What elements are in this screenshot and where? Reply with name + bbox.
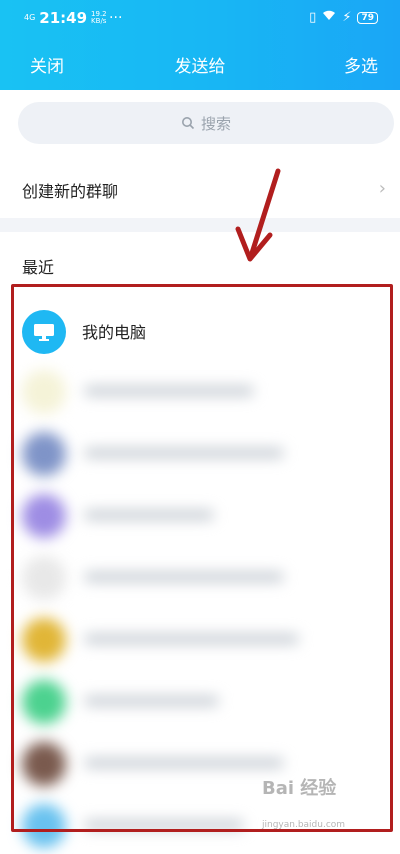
list-item[interactable] bbox=[0, 670, 400, 730]
search-icon bbox=[181, 117, 195, 130]
avatar bbox=[22, 556, 66, 600]
list-item[interactable] bbox=[0, 608, 400, 668]
create-group-label: 创建新的群聊 bbox=[22, 182, 119, 201]
avatar bbox=[22, 432, 66, 476]
monitor-icon bbox=[34, 324, 54, 341]
app-header: 4G 21:49 19.2 KB/s ··· ▯ ⚡ 79 关闭 发送给 多选 bbox=[0, 0, 400, 90]
list-item[interactable] bbox=[0, 546, 400, 606]
watermark-url: jingyan.baidu.com bbox=[262, 820, 346, 830]
multi-select-button[interactable]: 多选 bbox=[344, 52, 378, 77]
blurred-name bbox=[84, 820, 244, 830]
search-placeholder: 搜索 bbox=[200, 114, 231, 133]
avatar bbox=[22, 370, 66, 414]
avatar bbox=[22, 494, 66, 538]
blurred-name bbox=[84, 572, 284, 582]
wifi-icon bbox=[322, 10, 336, 25]
create-group-row[interactable]: 创建新的群聊 › bbox=[0, 160, 400, 216]
list-item[interactable] bbox=[0, 732, 400, 792]
chevron-right-icon: › bbox=[378, 178, 386, 199]
blurred-name bbox=[84, 758, 284, 768]
page-title: 发送给 bbox=[174, 57, 226, 77]
annotation-arrow-icon bbox=[235, 168, 281, 262]
blurred-name bbox=[84, 386, 254, 396]
vibrate-icon: ▯ bbox=[309, 10, 317, 25]
avatar bbox=[22, 804, 66, 848]
list-item[interactable] bbox=[0, 360, 400, 420]
signal-icon: 4G bbox=[24, 13, 36, 22]
list-item-my-computer[interactable]: 我的电脑 bbox=[0, 300, 400, 360]
avatar bbox=[22, 310, 66, 354]
blurred-name bbox=[84, 696, 219, 706]
list-item[interactable] bbox=[0, 484, 400, 544]
section-divider bbox=[0, 218, 400, 232]
watermark-logo: Bai 经验 bbox=[262, 778, 337, 799]
blurred-name bbox=[84, 510, 214, 520]
network-speed: 19.2 KB/s bbox=[91, 10, 107, 25]
search-input[interactable]: 搜索 bbox=[18, 102, 394, 144]
blurred-name bbox=[84, 634, 299, 644]
avatar bbox=[22, 680, 66, 724]
list-item[interactable] bbox=[0, 422, 400, 482]
contact-name: 我的电脑 bbox=[82, 323, 147, 342]
charging-icon: ⚡ bbox=[342, 10, 352, 25]
status-bar: 4G 21:49 19.2 KB/s ··· ▯ ⚡ 79 bbox=[0, 6, 400, 32]
clock: 21:49 bbox=[39, 9, 88, 27]
avatar bbox=[22, 742, 66, 786]
recent-section-title: 最近 bbox=[22, 258, 55, 277]
battery-icon: 79 bbox=[357, 11, 378, 24]
blurred-name bbox=[84, 448, 284, 458]
more-notifications-icon: ··· bbox=[109, 10, 123, 26]
avatar bbox=[22, 618, 66, 662]
